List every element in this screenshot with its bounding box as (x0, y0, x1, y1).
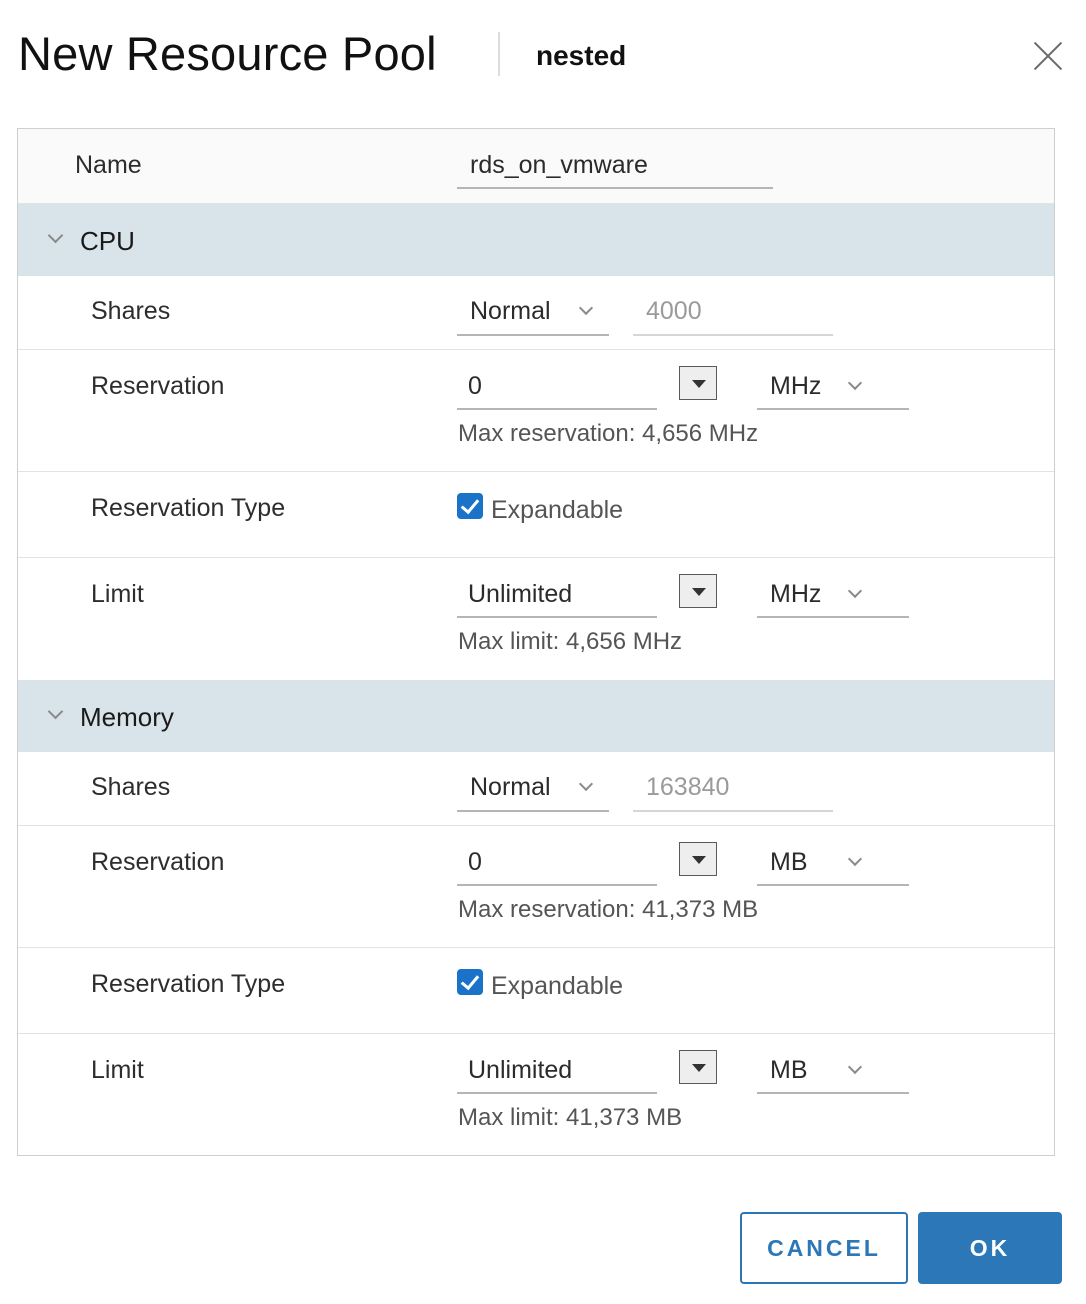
cpu-reservation-label: Reservation (91, 372, 225, 400)
memory-reservation-type-label: Reservation Type (91, 970, 286, 998)
cpu-reservation-type-label: Reservation Type (91, 494, 286, 522)
memory-limit-input[interactable]: Unlimited (468, 1056, 572, 1085)
dialog-subtitle: nested (536, 40, 627, 71)
memory-max-reservation-hint: Max reservation: 41,373 MB (458, 896, 759, 923)
cpu-reservation-dropdown-button[interactable] (679, 366, 717, 400)
title-divider (498, 32, 500, 76)
chevron-down-icon (847, 1059, 863, 1075)
chevron-down-icon (47, 227, 64, 244)
name-input-underline (457, 187, 773, 189)
cpu-limit-row: Limit Unlimited MHz Max limit: 4,656 MHz (18, 558, 1054, 679)
memory-shares-level: Normal (470, 773, 551, 801)
cpu-reservation-input[interactable]: 0 (468, 372, 482, 401)
chevron-down-icon (578, 776, 594, 792)
dialog-title: New Resource Pool (18, 27, 437, 80)
name-row: Name rds_on_vmware (18, 129, 1054, 204)
name-label: Name (75, 151, 142, 179)
cpu-shares-row: Shares Normal 4000 (18, 276, 1054, 350)
memory-shares-label: Shares (91, 773, 171, 801)
memory-section-label: Memory (80, 702, 174, 732)
close-icon[interactable] (1030, 38, 1066, 74)
cpu-section-header[interactable]: CPU (18, 204, 1054, 276)
cpu-shares-label: Shares (91, 297, 171, 325)
cpu-max-limit-hint: Max limit: 4,656 MHz (458, 628, 683, 655)
cpu-max-reservation-hint: Max reservation: 4,656 MHz (458, 420, 759, 447)
memory-limit-unit: MB (770, 1056, 808, 1084)
cpu-reservation-unit: MHz (770, 372, 822, 400)
memory-reservation-input[interactable]: 0 (468, 848, 482, 877)
memory-max-limit-hint: Max limit: 41,373 MB (458, 1104, 683, 1131)
memory-reservation-dropdown-button[interactable] (679, 842, 717, 876)
cpu-limit-label: Limit (91, 580, 144, 608)
chevron-down-icon (847, 851, 863, 867)
memory-limit-row: Limit Unlimited MB Max limit: 41,373 MB (18, 1034, 1054, 1155)
cancel-button[interactable]: CANCEL (740, 1212, 908, 1284)
cpu-limit-unit: MHz (770, 580, 822, 608)
memory-reservation-unit: MB (770, 848, 808, 876)
cpu-expandable-checkbox[interactable] (457, 493, 483, 519)
cpu-section-label: CPU (80, 226, 135, 256)
cpu-shares-level: Normal (470, 297, 551, 325)
chevron-down-icon (847, 375, 863, 391)
memory-expandable-checkbox[interactable] (457, 969, 483, 995)
memory-limit-dropdown-button[interactable] (679, 1050, 717, 1084)
cpu-shares-value: 4000 (646, 297, 702, 325)
cpu-expandable-label[interactable]: Expandable (491, 496, 623, 525)
chevron-down-icon (578, 300, 594, 316)
memory-section-header[interactable]: Memory (18, 680, 1054, 752)
memory-reservation-label: Reservation (91, 848, 225, 876)
memory-expandable-label[interactable]: Expandable (491, 972, 623, 1001)
cpu-reservation-type-row: Reservation Type Expandable (18, 472, 1054, 558)
memory-shares-row: Shares Normal 163840 (18, 752, 1054, 826)
cpu-limit-dropdown-button[interactable] (679, 574, 717, 608)
chevron-down-icon (847, 583, 863, 599)
cpu-limit-input[interactable]: Unlimited (468, 580, 572, 609)
ok-button[interactable]: OK (918, 1212, 1062, 1284)
memory-shares-value: 163840 (646, 773, 730, 801)
memory-reservation-type-row: Reservation Type Expandable (18, 948, 1054, 1034)
name-input[interactable]: rds_on_vmware (470, 151, 648, 180)
memory-reservation-row: Reservation 0 MB Max reservation: 41,373… (18, 826, 1054, 948)
resource-pool-form: Name rds_on_vmware CPU Shares Normal 400… (17, 128, 1055, 1156)
cpu-reservation-row: Reservation 0 MHz Max reservation: 4,656… (18, 350, 1054, 472)
memory-limit-label: Limit (91, 1056, 144, 1084)
chevron-down-icon (47, 703, 64, 720)
